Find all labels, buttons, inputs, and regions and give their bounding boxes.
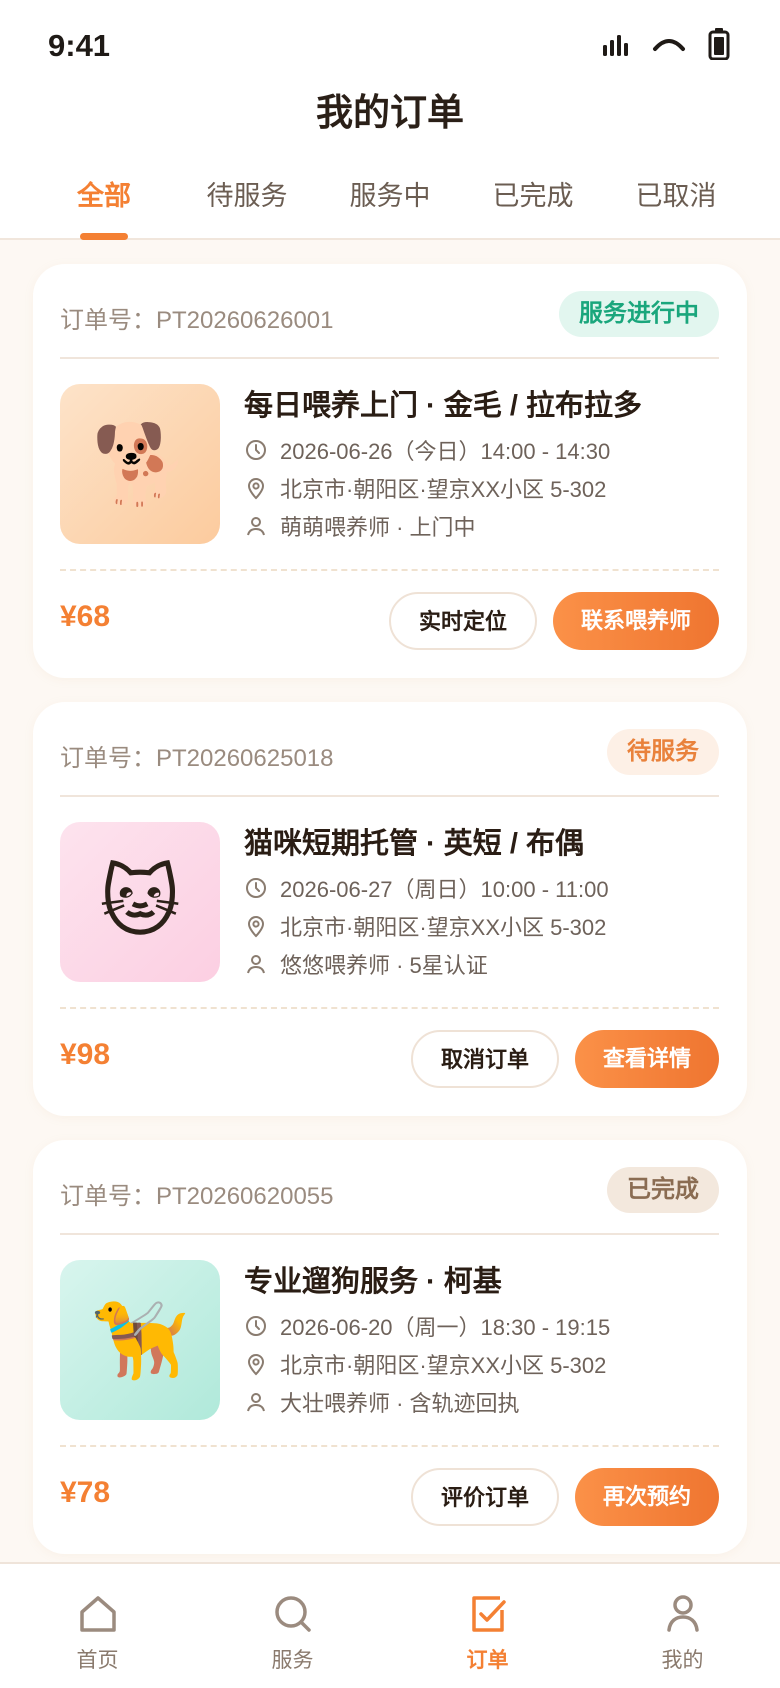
status-badge: 待服务: [607, 729, 719, 775]
order-card[interactable]: 订单号：PT20260625018 待服务 🐱 猫咪短期托管 · 英短 / 布偶…: [33, 702, 747, 1116]
tab-pending[interactable]: 待服务: [176, 170, 318, 240]
tab-all[interactable]: 全部: [33, 170, 175, 240]
divider-dashed: [60, 1007, 719, 1009]
dog-icon: 🐕: [91, 420, 189, 508]
cancel-order-button[interactable]: 取消订单: [411, 1030, 559, 1088]
order-price: ¥68: [60, 600, 111, 633]
page-title: 我的订单: [316, 92, 464, 133]
person-icon: [244, 514, 268, 538]
order-check-icon: [466, 1592, 510, 1638]
sitter-row: 萌萌喂养师 · 上门中: [244, 510, 476, 542]
book-again-button[interactable]: 再次预约: [575, 1468, 719, 1526]
clock-icon: [244, 438, 268, 462]
order-price: ¥98: [60, 1038, 111, 1071]
search-icon: [271, 1592, 315, 1638]
address-row: 北京市·朝阳区·望京XX小区 5-302: [244, 1348, 606, 1380]
tabbar-item-home[interactable]: 首页: [0, 1564, 195, 1688]
tabbar-label: 首页: [76, 1649, 119, 1672]
contact-sitter-button[interactable]: 联系喂养师: [553, 592, 719, 650]
location-pin-icon: [244, 914, 268, 938]
divider-dashed: [60, 569, 719, 571]
sitter-row: 大壮喂养师 · 含轨迹回执: [244, 1386, 520, 1418]
order-card[interactable]: 订单号：PT20260620055 已完成 🦮 专业遛狗服务 · 柯基 2026…: [33, 1140, 747, 1554]
service-title: 每日喂养上门 · 金毛 / 拉布拉多: [244, 390, 642, 422]
tabbar-label: 服务: [271, 1649, 314, 1672]
service-time-row: 2026-06-27（周日）10:00 - 11:00: [244, 872, 609, 904]
status-badge: 已完成: [607, 1167, 719, 1213]
order-list: 订单号：PT20260626001 服务进行中 🐕 每日喂养上门 · 金毛 / …: [33, 264, 747, 1578]
order-number: 订单号：PT20260625018: [60, 745, 334, 772]
live-location-button[interactable]: 实时定位: [389, 592, 537, 650]
tab-completed[interactable]: 已完成: [462, 170, 604, 240]
sitter-info: 大壮喂养师 · 含轨迹回执: [280, 1391, 520, 1416]
order-card[interactable]: 订单号：PT20260626001 服务进行中 🐕 每日喂养上门 · 金毛 / …: [33, 264, 747, 678]
tabbar-item-service[interactable]: 服务: [195, 1564, 390, 1688]
tabbar-item-profile[interactable]: 我的: [585, 1564, 780, 1688]
guide-dog-icon: 🦮: [91, 1296, 189, 1384]
status-icons: [602, 28, 730, 60]
order-number: 订单号：PT20260626001: [60, 307, 334, 334]
wifi-icon: [652, 33, 686, 55]
tab-cancelled[interactable]: 已取消: [605, 170, 747, 240]
tabbar-item-orders[interactable]: 订单: [390, 1564, 585, 1688]
view-details-button[interactable]: 查看详情: [575, 1030, 719, 1088]
location-pin-icon: [244, 476, 268, 500]
bottom-tab-bar: 首页 服务 订单 我的: [0, 1562, 780, 1688]
service-title: 专业遛狗服务 · 柯基: [244, 1266, 502, 1298]
divider-dashed: [60, 1445, 719, 1447]
clock-icon: [244, 1314, 268, 1338]
service-time: 2026-06-26（今日）14:00 - 14:30: [280, 439, 611, 464]
signal-icon: [602, 31, 630, 57]
sitter-info: 悠悠喂养师 · 5星认证: [280, 953, 488, 978]
divider: [60, 357, 719, 359]
divider: [60, 1233, 719, 1235]
order-status-tabs: 全部 待服务 服务中 已完成 已取消: [0, 170, 780, 240]
address: 北京市·朝阳区·望京XX小区 5-302: [280, 1353, 607, 1378]
person-icon: [244, 1390, 268, 1414]
address-row: 北京市·朝阳区·望京XX小区 5-302: [244, 472, 606, 504]
review-order-button[interactable]: 评价订单: [411, 1468, 559, 1526]
service-time: 2026-06-27（周日）10:00 - 11:00: [280, 877, 609, 902]
order-actions: 评价订单 再次预约: [411, 1468, 719, 1526]
divider: [60, 795, 719, 797]
status-bar: 9:41: [0, 0, 780, 90]
cat-icon: 🐱: [99, 858, 181, 946]
address: 北京市·朝阳区·望京XX小区 5-302: [280, 477, 607, 502]
person-icon: [244, 952, 268, 976]
tabbar-label: 我的: [661, 1649, 704, 1672]
pet-thumbnail: 🐱: [60, 822, 220, 982]
tab-in-service[interactable]: 服务中: [319, 170, 461, 240]
home-icon: [76, 1592, 120, 1638]
tabbar-label: 订单: [466, 1649, 509, 1672]
clock-icon: [244, 876, 268, 900]
service-time: 2026-06-20（周一）18:30 - 19:15: [280, 1315, 611, 1340]
pet-thumbnail: 🦮: [60, 1260, 220, 1420]
status-badge: 服务进行中: [559, 291, 719, 337]
sitter-row: 悠悠喂养师 · 5星认证: [244, 948, 488, 980]
service-time-row: 2026-06-20（周一）18:30 - 19:15: [244, 1310, 610, 1342]
header: 9:41 我的订单 全部 待服务 服务中 已完成 已取消: [0, 0, 780, 240]
battery-icon: [708, 28, 730, 60]
service-title: 猫咪短期托管 · 英短 / 布偶: [244, 828, 584, 860]
order-price: ¥78: [60, 1476, 111, 1509]
order-number: 订单号：PT20260620055: [60, 1183, 334, 1210]
location-pin-icon: [244, 1352, 268, 1376]
service-time-row: 2026-06-26（今日）14:00 - 14:30: [244, 434, 610, 466]
address-row: 北京市·朝阳区·望京XX小区 5-302: [244, 910, 606, 942]
order-actions: 实时定位 联系喂养师: [389, 592, 719, 650]
sitter-info: 萌萌喂养师 · 上门中: [280, 515, 476, 540]
address: 北京市·朝阳区·望京XX小区 5-302: [280, 915, 607, 940]
status-time: 9:41: [48, 28, 111, 63]
profile-icon: [661, 1592, 705, 1638]
pet-thumbnail: 🐕: [60, 384, 220, 544]
order-actions: 取消订单 查看详情: [411, 1030, 719, 1088]
